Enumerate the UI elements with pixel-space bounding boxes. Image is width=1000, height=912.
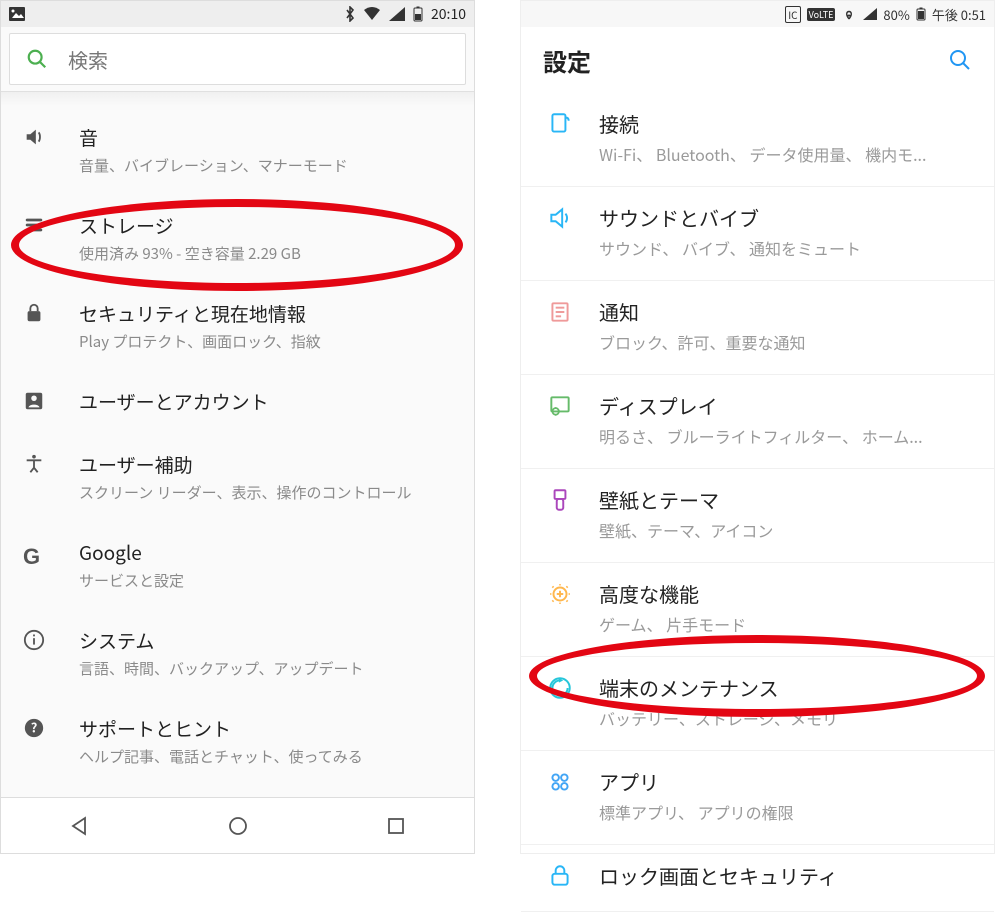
item-title: セキュリティと現在地情報 bbox=[79, 300, 456, 327]
item-title: ディスプレイ bbox=[599, 391, 974, 420]
search-icon bbox=[26, 48, 48, 70]
battery-percent: 80% bbox=[883, 5, 909, 24]
adv-icon bbox=[545, 579, 575, 609]
maint-icon bbox=[545, 673, 575, 703]
settings-item-notif[interactable]: 通知ブロック、許可、重要な通知 bbox=[521, 281, 994, 375]
settings-item-user[interactable]: ユーザーとアカウント bbox=[1, 370, 474, 433]
signal-icon bbox=[389, 7, 405, 21]
settings-item-sound[interactable]: 音音量、バイブレーション、マナーモード bbox=[1, 106, 474, 194]
settings-item-wall[interactable]: 壁紙とテーマ壁紙、テーマ、アイコン bbox=[521, 469, 994, 563]
settings-item-access[interactable]: ユーザー補助スクリーン リーダー、表示、操作のコントロール bbox=[1, 433, 474, 521]
ic-icon: IC bbox=[785, 6, 800, 23]
item-subtitle: Play プロテクト、画面ロック、指紋 bbox=[79, 331, 456, 352]
item-subtitle: Wi-Fi、 Bluetooth、 データ使用量、 機内モ... bbox=[599, 142, 974, 166]
item-title: 接続 bbox=[599, 109, 974, 138]
settings-item-google[interactable]: G Google サービスと設定 bbox=[1, 521, 474, 609]
user-icon bbox=[23, 390, 49, 412]
sound-icon bbox=[23, 126, 49, 148]
settings-item-conn[interactable]: 接続 Wi-Fi、 Bluetooth、 データ使用量、 機内モ... bbox=[521, 93, 994, 187]
wifi-icon bbox=[363, 7, 381, 21]
settings-list[interactable]: 接続 Wi-Fi、 Bluetooth、 データ使用量、 機内モ... サウンドとバ… bbox=[521, 93, 994, 912]
battery-icon bbox=[413, 6, 423, 22]
settings-item-lock[interactable]: セキュリティと現在地情報 Play プロテクト、画面ロック、指紋 bbox=[1, 282, 474, 370]
item-title: 高度な機能 bbox=[599, 579, 974, 608]
item-title: サウンドとバイブ bbox=[599, 203, 974, 232]
settings-item-display[interactable]: ディスプレイ明るさ、 ブルーライトフィルター、 ホーム... bbox=[521, 375, 994, 469]
settings-item-lock[interactable]: ロック画面とセキュリティ bbox=[521, 845, 994, 912]
item-subtitle: 音量、バイブレーション、マナーモード bbox=[79, 155, 456, 176]
nav-back-button[interactable] bbox=[69, 815, 91, 837]
item-title: 音 bbox=[79, 124, 456, 151]
page-title: 設定 bbox=[543, 43, 591, 78]
item-subtitle: ブロック、許可、重要な通知 bbox=[599, 330, 974, 354]
item-subtitle: 標準アプリ、 アプリの権限 bbox=[599, 800, 974, 824]
item-title: システム bbox=[79, 627, 456, 654]
item-title: ユーザーとアカウント bbox=[79, 388, 456, 415]
phone-samsung-settings: IC VoLTE 80% 午後 0:51 設定 接続 Wi-Fi、 Bluetoo… bbox=[520, 0, 995, 854]
status-time: 20:10 bbox=[431, 4, 466, 24]
help-icon: ? bbox=[23, 717, 49, 739]
settings-item-help[interactable]: ? サポートとヒントヘルプ記事、電話とチャット、使ってみる bbox=[1, 697, 474, 785]
item-subtitle: ヘルプ記事、電話とチャット、使ってみる bbox=[79, 746, 456, 767]
access-icon bbox=[23, 453, 49, 475]
scroll-shade bbox=[1, 92, 474, 106]
item-title: 壁紙とテーマ bbox=[599, 485, 974, 514]
nav-recents-button[interactable] bbox=[386, 816, 406, 836]
item-subtitle: 明るさ、 ブルーライトフィルター、 ホーム... bbox=[599, 424, 974, 448]
sound-icon bbox=[545, 203, 575, 233]
item-title: Google bbox=[79, 539, 456, 566]
item-title: ロック画面とセキュリティ bbox=[599, 861, 974, 890]
item-subtitle: サウンド、 バイブ、 通知をミュート bbox=[599, 236, 974, 260]
battery-icon bbox=[916, 7, 926, 21]
wall-icon bbox=[545, 485, 575, 515]
info-icon bbox=[23, 629, 49, 651]
item-subtitle: バッテリー、ストレージ、メモリ bbox=[599, 706, 974, 730]
wifi-icon bbox=[841, 8, 857, 20]
display-icon bbox=[545, 391, 575, 421]
search-button[interactable] bbox=[948, 48, 972, 72]
item-subtitle: スクリーン リーダー、表示、操作のコントロール bbox=[79, 482, 456, 503]
notif-icon bbox=[545, 297, 575, 327]
nav-home-button[interactable] bbox=[227, 815, 249, 837]
statusbar: IC VoLTE 80% 午後 0:51 bbox=[521, 1, 994, 27]
status-time: 午後 0:51 bbox=[932, 5, 986, 24]
google-icon: G bbox=[23, 541, 49, 570]
item-subtitle: ゲーム、 片手モード bbox=[599, 612, 974, 636]
storage-icon bbox=[23, 214, 49, 236]
apps-icon bbox=[545, 767, 575, 797]
bluetooth-icon bbox=[345, 6, 355, 22]
lock-icon bbox=[545, 861, 575, 891]
svg-text:?: ? bbox=[31, 718, 38, 737]
lock-icon bbox=[23, 302, 49, 324]
signal-icon bbox=[863, 8, 877, 20]
item-title: アプリ bbox=[599, 767, 974, 796]
item-subtitle: 言語、時間、バックアップ、アップデート bbox=[79, 658, 456, 679]
settings-item-info[interactable]: システム言語、時間、バックアップ、アップデート bbox=[1, 609, 474, 697]
volte-icon: VoLTE bbox=[807, 8, 836, 21]
settings-item-maint[interactable]: 端末のメンテナンスバッテリー、ストレージ、メモリ bbox=[521, 657, 994, 751]
settings-header: 設定 bbox=[521, 27, 994, 93]
settings-item-apps[interactable]: アプリ標準アプリ、 アプリの権限 bbox=[521, 751, 994, 845]
item-title: サポートとヒント bbox=[79, 715, 456, 742]
item-title: ストレージ bbox=[79, 212, 456, 239]
item-subtitle: 壁紙、テーマ、アイコン bbox=[599, 518, 974, 542]
search-placeholder: 検索 bbox=[68, 45, 108, 74]
settings-list[interactable]: 音音量、バイブレーション、マナーモードストレージ使用済み 93% - 空き容量 … bbox=[1, 106, 474, 785]
status-right-icons: 20:10 bbox=[345, 4, 466, 24]
search-bar[interactable]: 検索 bbox=[9, 33, 466, 85]
item-subtitle: サービスと設定 bbox=[79, 570, 456, 591]
conn-icon bbox=[545, 109, 575, 139]
statusbar: 20:10 bbox=[1, 1, 474, 27]
picture-icon bbox=[9, 7, 25, 21]
settings-item-adv[interactable]: 高度な機能ゲーム、 片手モード bbox=[521, 563, 994, 657]
settings-item-sound[interactable]: サウンドとバイブサウンド、 バイブ、 通知をミュート bbox=[521, 187, 994, 281]
item-title: ユーザー補助 bbox=[79, 451, 456, 478]
phone-android-stock: 20:10 検索 音音量、バイブレーション、マナーモードストレージ使用済み 93… bbox=[0, 0, 475, 854]
item-subtitle: 使用済み 93% - 空き容量 2.29 GB bbox=[79, 243, 456, 264]
item-title: 端末のメンテナンス bbox=[599, 673, 974, 702]
settings-item-storage[interactable]: ストレージ使用済み 93% - 空き容量 2.29 GB bbox=[1, 194, 474, 282]
item-title: 通知 bbox=[599, 297, 974, 326]
nav-bar bbox=[1, 797, 474, 853]
